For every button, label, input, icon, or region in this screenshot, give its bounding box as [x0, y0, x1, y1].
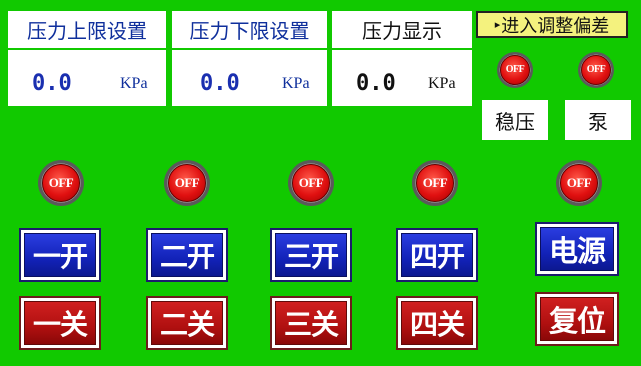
power-indicator-state: OFF — [560, 164, 598, 202]
channel-1-close-button[interactable]: 一关 — [19, 296, 101, 350]
channel-2-open-label: 二开 — [151, 233, 223, 277]
channel-1-open-button[interactable]: 一开 — [19, 228, 101, 282]
upper-limit-panel: 压力上限设置 0.0 KPa — [8, 11, 166, 106]
channel-2-indicator-lamp: OFF — [164, 160, 210, 206]
channel-3-close-label: 三关 — [275, 301, 347, 345]
channel-2-close-button[interactable]: 二关 — [146, 296, 228, 350]
pressure-display-panel: 压力显示 0.0 KPa — [332, 11, 472, 106]
pressure-display-unit: KPa — [428, 75, 456, 92]
reset-button-label: 复位 — [540, 297, 614, 341]
hmi-screen: 压力上限设置 0.0 KPa 压力下限设置 0.0 KPa 压力显示 0.0 K… — [0, 0, 641, 366]
pump-indicator-state: OFF — [580, 54, 612, 86]
pressure-display-value: 0.0 — [356, 71, 396, 96]
channel-1-close-label: 一关 — [24, 301, 96, 345]
divider — [332, 48, 472, 50]
channel-4-open-button[interactable]: 四开 — [396, 228, 478, 282]
channel-2-indicator-state: OFF — [168, 164, 206, 202]
power-indicator-lamp: OFF — [556, 160, 602, 206]
channel-3-indicator-lamp: OFF — [288, 160, 334, 206]
lower-limit-value[interactable]: 0.0 — [200, 71, 240, 96]
channel-2-open-button[interactable]: 二开 — [146, 228, 228, 282]
channel-4-open-label: 四开 — [401, 233, 473, 277]
stabilize-indicator-lamp: OFF — [497, 52, 533, 88]
lower-limit-title: 压力下限设置 — [189, 18, 310, 43]
upper-limit-title: 压力上限设置 — [27, 18, 147, 43]
channel-1-open-label: 一开 — [24, 233, 96, 277]
power-button[interactable]: 电源 — [535, 222, 619, 276]
lower-limit-unit: KPa — [282, 75, 310, 92]
channel-4-close-button[interactable]: 四关 — [396, 296, 478, 350]
enter-adjust-deviation-button[interactable]: ▸ 进入调整偏差 — [476, 11, 628, 38]
channel-2-close-label: 二关 — [151, 301, 223, 345]
lower-limit-panel: 压力下限设置 0.0 KPa — [172, 11, 327, 106]
arrow-right-icon: ▸ — [494, 18, 501, 31]
divider — [8, 48, 166, 50]
adjust-button-label: 进入调整偏差 — [501, 15, 610, 37]
channel-3-open-label: 三开 — [275, 233, 347, 277]
channel-4-indicator-state: OFF — [416, 164, 454, 202]
channel-3-open-button[interactable]: 三开 — [270, 228, 352, 282]
pump-label: 泵 — [565, 100, 631, 140]
channel-3-indicator-state: OFF — [292, 164, 330, 202]
stabilize-label: 稳压 — [482, 100, 548, 140]
stabilize-indicator-state: OFF — [499, 54, 531, 86]
channel-1-indicator-lamp: OFF — [38, 160, 84, 206]
channel-3-close-button[interactable]: 三关 — [270, 296, 352, 350]
upper-limit-unit: KPa — [120, 75, 148, 92]
upper-limit-value[interactable]: 0.0 — [32, 71, 72, 96]
channel-4-close-label: 四关 — [401, 301, 473, 345]
pressure-display-title: 压力显示 — [362, 18, 442, 43]
channel-1-indicator-state: OFF — [42, 164, 80, 202]
divider — [172, 48, 327, 50]
power-button-label: 电源 — [540, 227, 614, 271]
reset-button[interactable]: 复位 — [535, 292, 619, 346]
channel-4-indicator-lamp: OFF — [412, 160, 458, 206]
pump-indicator-lamp: OFF — [578, 52, 614, 88]
